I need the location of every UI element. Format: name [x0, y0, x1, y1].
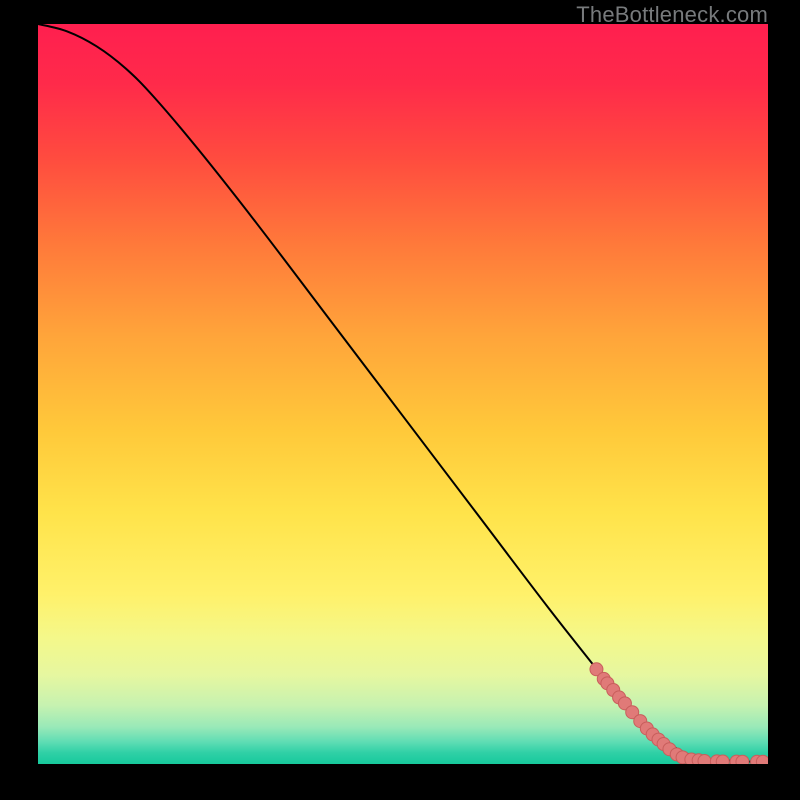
- plot-area: [38, 24, 768, 764]
- data-marker: [736, 755, 749, 764]
- bottleneck-curve: [38, 24, 768, 762]
- curve-layer: [38, 24, 768, 764]
- data-marker: [716, 755, 729, 764]
- data-marker: [698, 755, 711, 764]
- data-markers: [590, 663, 768, 764]
- chart-frame: TheBottleneck.com: [0, 0, 800, 800]
